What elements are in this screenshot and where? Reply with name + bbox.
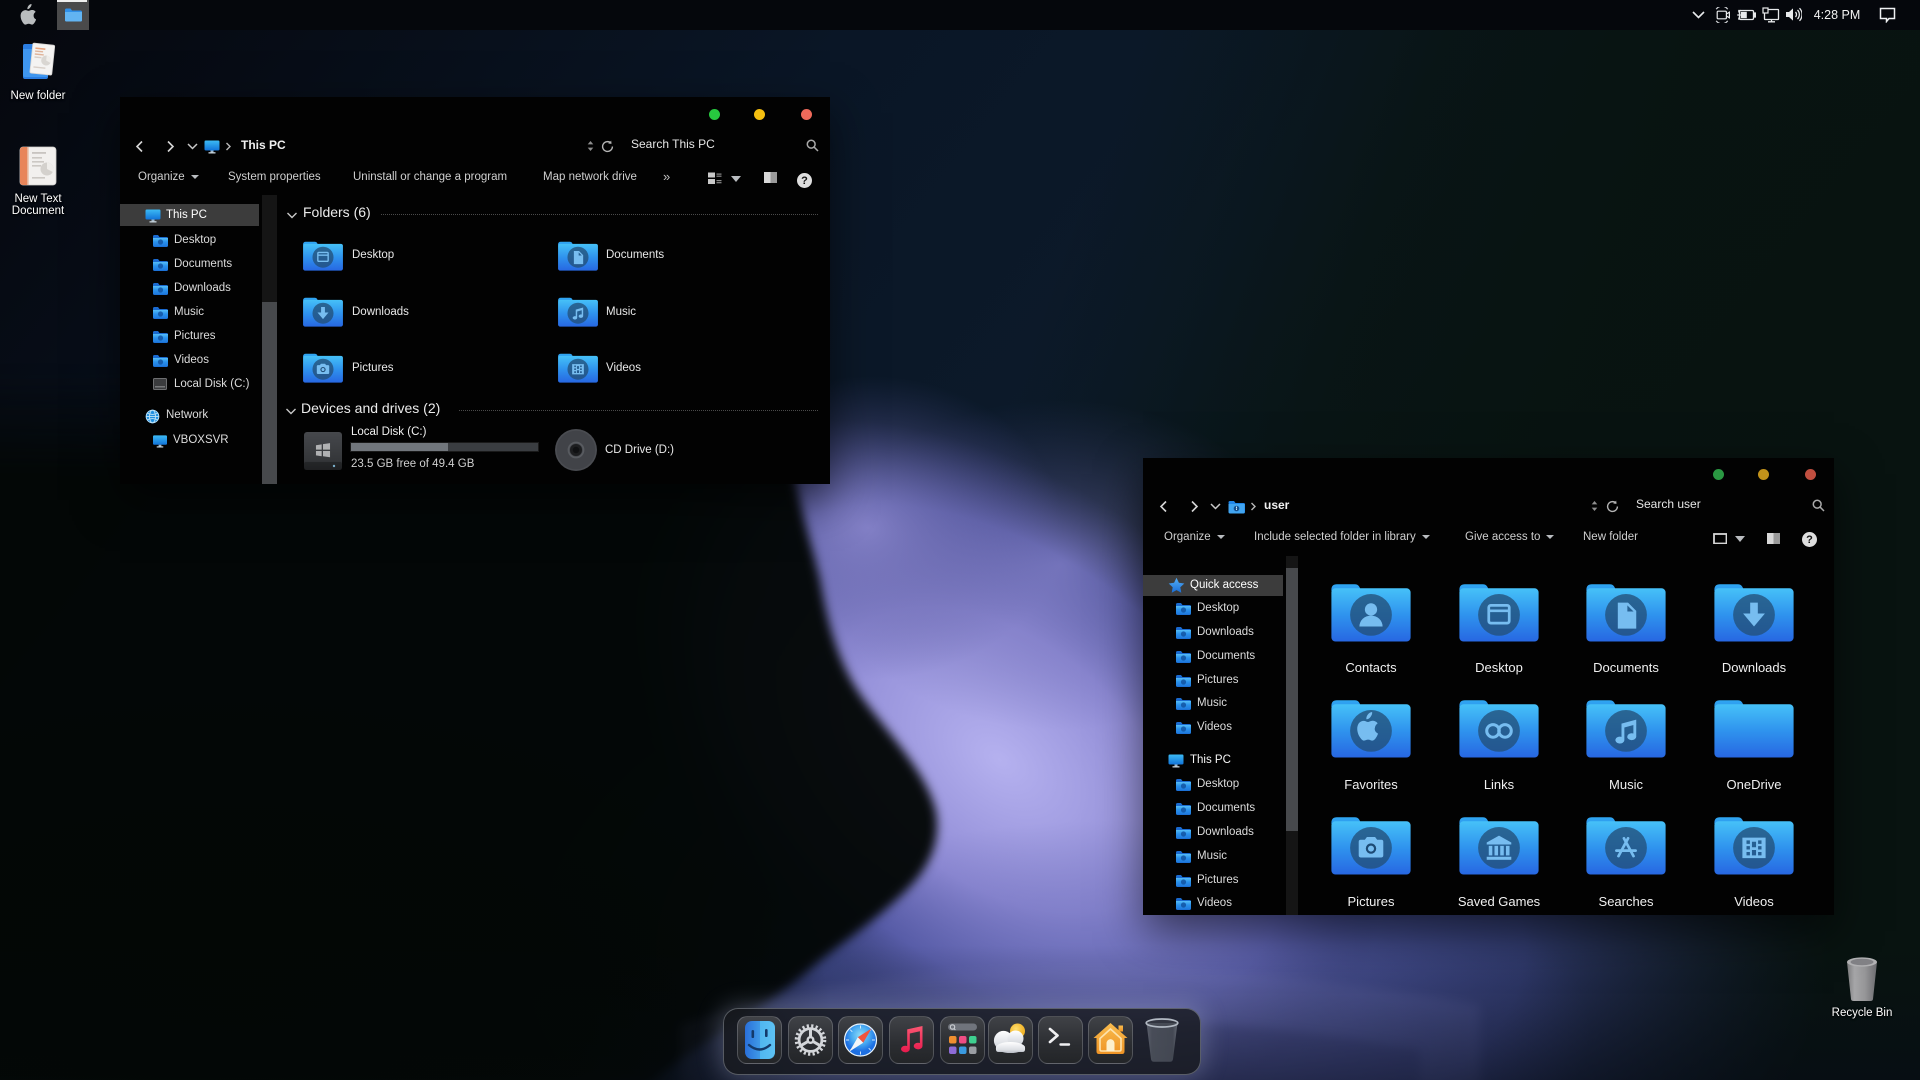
svg-text:?: ? xyxy=(1806,534,1813,546)
svg-text:?: ? xyxy=(801,175,808,187)
